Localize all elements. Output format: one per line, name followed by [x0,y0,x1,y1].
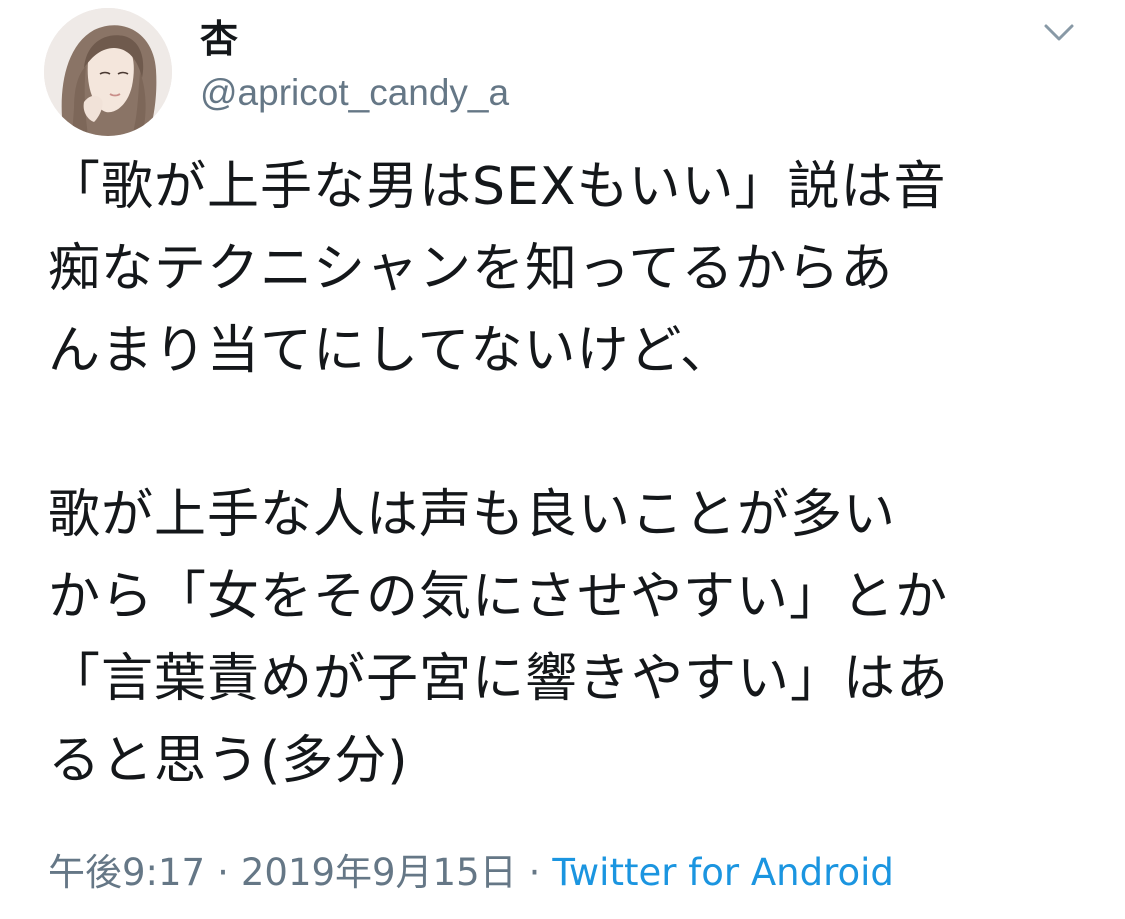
avatar-illustration [44,8,172,136]
user-handle[interactable]: @apricot_candy_a [200,70,509,116]
tweet-text-line: 「言葉責めが子宮に響きやすい」はあ [48,649,950,709]
tweet-text-line [48,392,1088,474]
tweet-text-line: ると思う(多分) [48,731,409,791]
tweet-text: 「歌が上手な男はSEXもいい」説は音 痴なテクニシャンを知ってるからあ んまり当… [48,146,1088,802]
tweet-source-link[interactable]: Twitter for Android [552,851,893,894]
meta-separator: · [528,851,541,894]
avatar[interactable] [44,8,172,136]
tweet-text-line: んまり当てにしてないけど、 [48,321,733,381]
tweet-text-line: から「女をその気にさせやすい」とか [48,567,948,627]
chevron-down-icon[interactable] [1038,14,1080,50]
tweet-text-line: 痴なテクニシャンを知ってるからあ [48,239,894,299]
tweet-text-line: 「歌が上手な男はSEXもいい」説は音 [48,157,947,217]
tweet: 杏 @apricot_candy_a 「歌が上手な男はSEXもいい」説は音 痴な… [0,0,1125,919]
tweet-date[interactable]: 2019年9月15日 [241,851,517,894]
display-name[interactable]: 杏 [200,16,238,62]
tweet-time[interactable]: 午後9:17 [48,851,205,894]
tweet-text-line: 歌が上手な人は声も良いことが多い [48,485,897,545]
meta-separator: · [217,851,229,894]
tweet-metadata: 午後9:17 · 2019年9月15日 · Twitter for Android [48,850,894,896]
